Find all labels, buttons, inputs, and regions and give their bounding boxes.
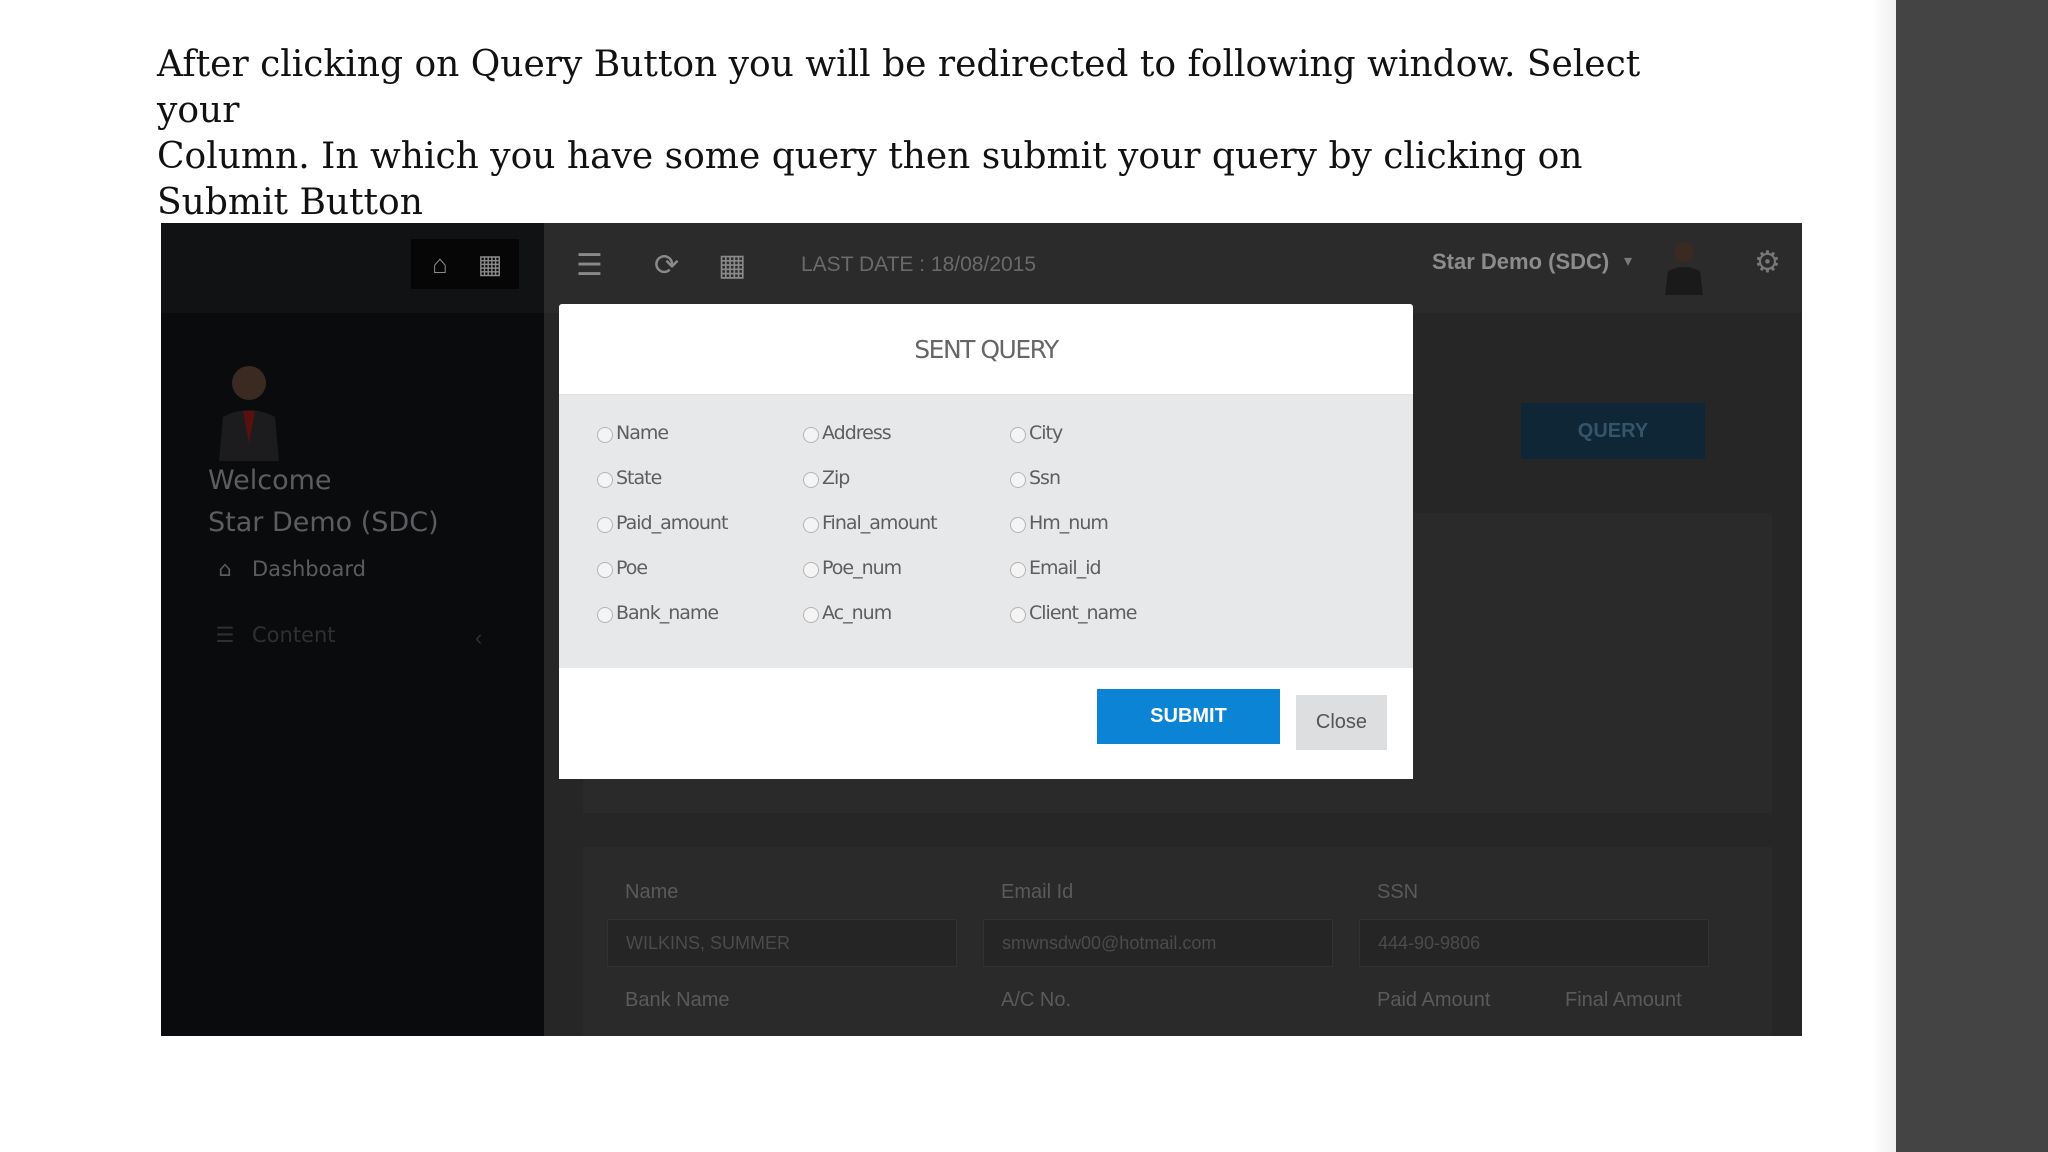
slide-edge — [1872, 0, 1896, 1152]
modal-title: SENT QUERY — [914, 335, 1059, 364]
sidebar: ⌂ ▦ Welcome Star Demo (SDC) ⌂ Dashboard ☰… — [161, 223, 544, 1036]
bank-name-label: Bank Name — [625, 989, 730, 1011]
grid-icon[interactable]: ▦ — [718, 249, 746, 283]
radio-button[interactable] — [1010, 562, 1026, 578]
modal-header: SENT QUERY — [559, 304, 1413, 395]
sent-query-modal: SENT QUERY Name Address City State Zip S… — [559, 304, 1413, 779]
client-details-panel: Name Email Id SSN WILKINS, SUMMER smwnsd… — [583, 847, 1772, 1036]
sidebar-item-content[interactable]: ☰ Content — [210, 623, 336, 647]
chevron-left-icon[interactable]: ‹ — [475, 625, 482, 651]
instruction-text: After clicking on Query Button you will … — [157, 44, 1641, 223]
ac-no-label: A/C No. — [1001, 989, 1072, 1011]
chevron-down-icon[interactable]: ▾ — [1624, 251, 1632, 271]
radio-button[interactable] — [803, 562, 819, 578]
list-icon: ☰ — [215, 623, 235, 647]
radio-button[interactable] — [803, 607, 819, 623]
paid-amount-label: Paid Amount — [1377, 989, 1491, 1011]
close-button[interactable]: Close — [1296, 695, 1387, 750]
radio-button[interactable] — [1010, 517, 1026, 533]
name-label: Name — [625, 881, 679, 903]
home-icon: ⌂ — [218, 557, 232, 581]
sidebar-item-dashboard[interactable]: ⌂ Dashboard — [210, 557, 366, 581]
sidebar-user-name: Star Demo (SDC) — [208, 507, 439, 538]
home-icon[interactable]: ⌂ — [425, 249, 455, 279]
last-date-text: LAST DATE : 18/08/2015 — [801, 253, 1037, 276]
sidebar-item-label: Dashboard — [252, 557, 366, 581]
radio-button[interactable] — [597, 607, 613, 623]
sidebar-item-label: Content — [252, 623, 336, 647]
radio-button[interactable] — [597, 427, 613, 443]
radio-button[interactable] — [1010, 472, 1026, 488]
radio-button[interactable] — [597, 472, 613, 488]
top-navbar: ☰ ⟳ ▦ LAST DATE : 18/08/2015 Star Demo (… — [544, 223, 1802, 313]
query-button[interactable]: QUERY — [1521, 403, 1705, 459]
ssn-label: SSN — [1377, 881, 1419, 903]
menu-icon[interactable]: ☰ — [576, 249, 603, 283]
final-amount-label: Final Amount — [1565, 989, 1682, 1011]
welcome-block: Welcome Star Demo (SDC) — [208, 460, 439, 544]
user-avatar-icon[interactable] — [1662, 235, 1706, 295]
radio-button[interactable] — [803, 517, 819, 533]
submit-button[interactable]: SUBMIT — [1097, 689, 1280, 744]
sidebar-header: ⌂ ▦ — [161, 223, 544, 313]
welcome-label: Welcome — [208, 465, 332, 496]
name-field[interactable]: WILKINS, SUMMER — [607, 919, 957, 967]
email-label: Email Id — [1001, 881, 1074, 903]
email-field[interactable]: smwnsdw00@hotmail.com — [983, 919, 1333, 967]
modal-footer: SUBMIT Close — [559, 668, 1413, 779]
radio-button[interactable] — [803, 472, 819, 488]
slide-side-strip — [1896, 0, 2048, 1152]
grid-icon[interactable]: ▦ — [475, 249, 505, 279]
sidebar-button-group: ⌂ ▦ — [411, 239, 519, 289]
modal-body: Name Address City State Zip Ssn Paid_amo… — [559, 395, 1413, 668]
gear-icon[interactable]: ⚙ — [1754, 245, 1781, 280]
radio-button[interactable] — [1010, 427, 1026, 443]
radio-button[interactable] — [1010, 607, 1026, 623]
radio-button[interactable] — [597, 562, 613, 578]
radio-button[interactable] — [803, 427, 819, 443]
refresh-icon[interactable]: ⟳ — [654, 249, 679, 283]
radio-button[interactable] — [597, 517, 613, 533]
app-screenshot: ⌂ ▦ Welcome Star Demo (SDC) ⌂ Dashboard ☰… — [161, 223, 1802, 1036]
user-avatar-icon — [219, 366, 279, 461]
ssn-field[interactable]: 444-90-9806 — [1359, 919, 1709, 967]
topbar-user-name[interactable]: Star Demo (SDC) — [1432, 249, 1609, 275]
